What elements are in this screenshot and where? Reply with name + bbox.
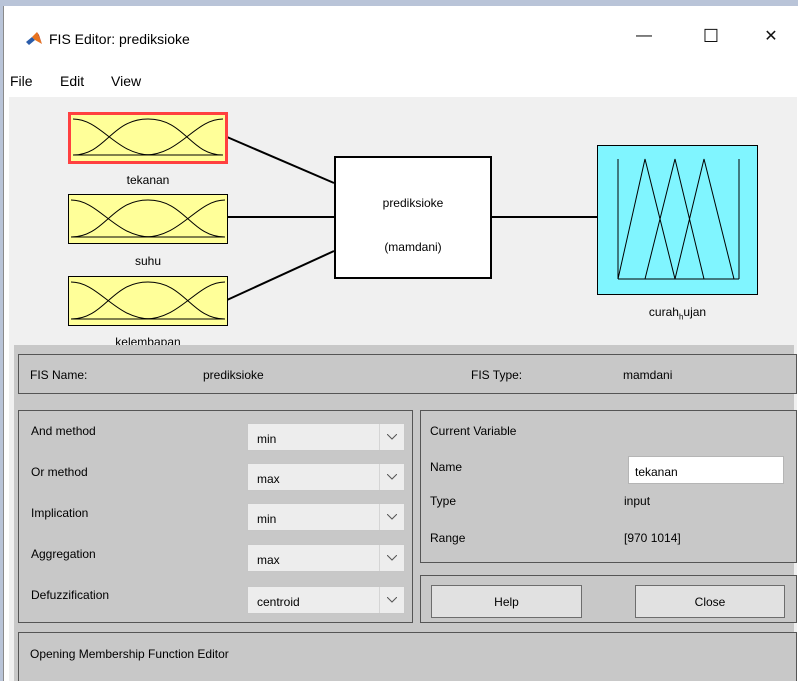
editor-content: tekanan suhu kelembapan prediksioke (mam… xyxy=(9,97,797,681)
and-method-label: And method xyxy=(31,424,96,438)
input-label-tekanan: tekanan xyxy=(126,173,170,187)
variable-name-input[interactable]: tekanan xyxy=(628,456,784,484)
membership-curves-icon xyxy=(70,281,226,320)
output-variable-curah-hujan[interactable] xyxy=(597,145,758,295)
menu-edit[interactable]: Edit xyxy=(60,73,84,89)
chevron-down-icon xyxy=(379,504,404,530)
chevron-down-icon xyxy=(379,545,404,571)
defuzzification-value: centroid xyxy=(257,595,300,609)
output-membership-triangles-icon xyxy=(617,158,740,280)
fis-info-panel: FIS Name: prediksioke FIS Type: mamdani xyxy=(18,354,797,394)
input-variable-tekanan[interactable] xyxy=(68,112,228,164)
variable-range-label: Range xyxy=(430,531,466,545)
fis-editor-window: FIS Editor: prediksioke — ☐ ✕ File Edit … xyxy=(3,6,798,681)
variable-name-label: Name xyxy=(430,460,463,474)
title-bar: FIS Editor: prediksioke — ☐ ✕ xyxy=(4,6,797,54)
current-variable-header: Current Variable xyxy=(430,424,517,438)
system-type: (mamdani) xyxy=(384,240,442,254)
variable-type-label: Type xyxy=(430,494,457,508)
menu-bar: File Edit View xyxy=(4,56,797,96)
system-name: prediksioke xyxy=(382,196,444,210)
implication-label: Implication xyxy=(31,506,89,520)
membership-curves-icon xyxy=(72,118,224,156)
close-icon: ✕ xyxy=(764,28,778,45)
close-window-button[interactable]: ✕ xyxy=(748,18,794,54)
output-label: curahhujan xyxy=(597,305,758,321)
defuzzification-select[interactable]: centroid xyxy=(247,586,405,614)
defuzzification-label: Defuzzification xyxy=(31,588,110,602)
fis-type-label: FIS Type: xyxy=(471,368,523,382)
maximize-button[interactable]: ☐ xyxy=(688,18,734,54)
input-label-kelembapan: kelembapan xyxy=(115,335,181,345)
help-button[interactable]: Help xyxy=(431,585,582,618)
minimize-icon: — xyxy=(636,27,652,44)
fis-name-label: FIS Name: xyxy=(30,368,88,382)
membership-curves-icon xyxy=(70,199,226,238)
fis-diagram: tekanan suhu kelembapan prediksioke (mam… xyxy=(9,97,797,345)
menu-file[interactable]: File xyxy=(10,73,33,89)
input-variable-suhu[interactable] xyxy=(68,194,228,244)
output-label-tail: ujan xyxy=(683,305,707,319)
window-title: FIS Editor: prediksioke xyxy=(49,31,190,47)
input-label-suhu: suhu xyxy=(134,254,162,268)
implication-value: min xyxy=(257,512,277,526)
or-method-value: max xyxy=(257,472,280,486)
menu-view[interactable]: View xyxy=(111,73,141,89)
chevron-down-icon xyxy=(379,587,404,613)
and-method-select[interactable]: min xyxy=(247,423,405,451)
chevron-down-icon xyxy=(379,464,404,490)
aggregation-select[interactable]: max xyxy=(247,544,405,572)
or-method-label: Or method xyxy=(31,465,88,479)
aggregation-value: max xyxy=(257,553,280,567)
variable-range-value: [970 1014] xyxy=(624,531,681,545)
fis-name-value: prediksioke xyxy=(203,368,264,382)
status-panel: Opening Membership Function Editor xyxy=(18,632,797,681)
matlab-logo-icon xyxy=(26,32,42,45)
or-method-select[interactable]: max xyxy=(247,463,405,491)
variable-name-value: tekanan xyxy=(635,465,678,479)
close-button[interactable]: Close xyxy=(635,585,785,618)
maximize-icon: ☐ xyxy=(702,25,720,46)
input-variable-kelembapan[interactable] xyxy=(68,276,228,326)
chevron-down-icon xyxy=(379,424,404,450)
output-label-main: curah xyxy=(648,305,679,319)
fis-type-value: mamdani xyxy=(623,368,673,382)
variable-type-value: input xyxy=(624,494,651,508)
fis-system-block[interactable]: prediksioke (mamdani) xyxy=(334,156,492,279)
and-method-value: min xyxy=(257,432,277,446)
status-message: Opening Membership Function Editor xyxy=(30,647,229,661)
implication-select[interactable]: min xyxy=(247,503,405,531)
minimize-button[interactable]: — xyxy=(621,18,667,54)
aggregation-label: Aggregation xyxy=(31,547,96,561)
